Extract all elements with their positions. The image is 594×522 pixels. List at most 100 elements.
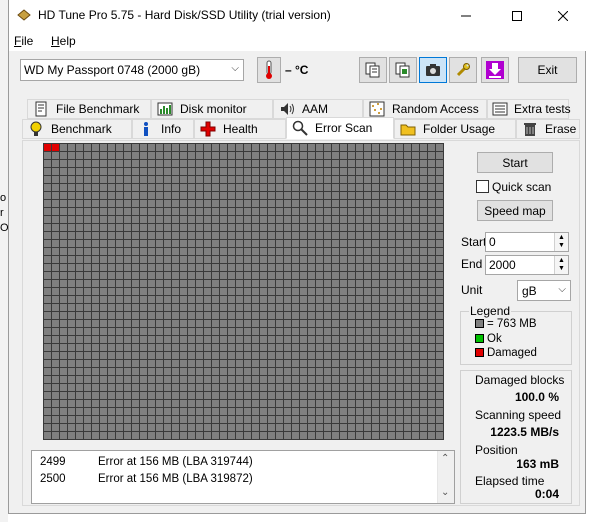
end-spinner[interactable]: ▲ ▼ (554, 256, 568, 274)
block (268, 352, 275, 359)
menu-help[interactable]: Help (51, 34, 76, 48)
block (252, 304, 259, 311)
block (308, 216, 315, 223)
block (300, 288, 307, 295)
block (228, 240, 235, 247)
tab-erase[interactable]: Erase (516, 119, 580, 139)
minimize-button[interactable] (443, 0, 489, 31)
block (212, 392, 219, 399)
start-field[interactable]: 0 ▲ ▼ (485, 232, 569, 252)
tab-folder-usage[interactable]: Folder Usage (394, 119, 516, 139)
block (428, 408, 435, 415)
maximize-button[interactable] (494, 0, 540, 31)
block (68, 152, 75, 159)
block (436, 264, 443, 271)
block (140, 224, 147, 231)
block (100, 432, 107, 439)
block (332, 408, 339, 415)
block (276, 280, 283, 287)
block (148, 384, 155, 391)
block (276, 416, 283, 423)
block (404, 184, 411, 191)
quick-scan-checkbox[interactable] (476, 180, 489, 193)
block (380, 176, 387, 183)
block (428, 208, 435, 215)
block (60, 352, 67, 359)
start-spinner[interactable]: ▲ ▼ (554, 233, 568, 251)
block (52, 240, 59, 247)
temperature-button[interactable] (257, 57, 281, 83)
error-log-list[interactable]: 2499 Error at 156 MB (LBA 319744) 2500 Err… (31, 450, 455, 504)
block (92, 408, 99, 415)
block (396, 272, 403, 279)
log-scrollbar[interactable]: ⌃ ⌄ (437, 451, 454, 503)
options-button[interactable] (449, 57, 477, 83)
tab-aam[interactable]: AAM (273, 99, 363, 119)
block (108, 152, 115, 159)
block (212, 216, 219, 223)
block (260, 392, 267, 399)
block (364, 248, 371, 255)
copy-image-button[interactable] (389, 57, 417, 83)
block (340, 256, 347, 263)
end-field[interactable]: 2000 ▲ ▼ (485, 255, 569, 275)
save-button[interactable] (481, 57, 509, 83)
close-button[interactable] (540, 0, 586, 31)
block (44, 160, 51, 167)
block (164, 312, 171, 319)
block (292, 328, 299, 335)
tab-random-access[interactable]: Random Access (363, 99, 487, 119)
tab-info[interactable]: Info (132, 119, 194, 139)
block (404, 240, 411, 247)
block (396, 416, 403, 423)
block (356, 400, 363, 407)
block (268, 328, 275, 335)
unit-select[interactable]: gB ⌵ (517, 280, 571, 301)
block (244, 392, 251, 399)
title-bar[interactable]: HD Tune Pro 5.75 - Hard Disk/SSD Utility… (9, 0, 587, 31)
speed-map-button[interactable]: Speed map (477, 200, 553, 221)
scroll-down-icon[interactable]: ⌄ (441, 487, 449, 498)
tab-error-scan[interactable]: Error Scan (286, 117, 394, 139)
block (268, 432, 275, 439)
block (148, 392, 155, 399)
copy-text-button[interactable] (359, 57, 387, 83)
block (348, 416, 355, 423)
block (108, 160, 115, 167)
tab-disk-monitor[interactable]: Disk monitor (151, 99, 273, 119)
block (164, 224, 171, 231)
tab-benchmark[interactable]: Benchmark (22, 119, 132, 139)
tab-extra-tests[interactable]: Extra tests (487, 99, 571, 119)
block (260, 432, 267, 439)
block (364, 360, 371, 367)
block (228, 344, 235, 351)
block (252, 232, 259, 239)
block (244, 336, 251, 343)
block (92, 200, 99, 207)
block (236, 368, 243, 375)
block (116, 208, 123, 215)
menu-file[interactable]: File (14, 34, 33, 48)
block (212, 176, 219, 183)
block (396, 224, 403, 231)
block (284, 144, 291, 151)
block (404, 152, 411, 159)
tab-health[interactable]: Health (194, 119, 286, 139)
drive-select[interactable]: WD My Passport 0748 (2000 gB) ⌵ (20, 59, 244, 81)
start-button[interactable]: Start (477, 152, 553, 173)
block (244, 168, 251, 175)
block (68, 432, 75, 439)
legend-damaged: Damaged (475, 347, 537, 359)
block (324, 184, 331, 191)
scroll-up-icon[interactable]: ⌃ (441, 453, 449, 464)
tab-file-benchmark[interactable]: File Benchmark (27, 99, 151, 119)
block (324, 192, 331, 199)
block (372, 192, 379, 199)
block (124, 416, 131, 423)
block (92, 288, 99, 295)
screenshot-button[interactable] (419, 57, 447, 83)
block (68, 168, 75, 175)
block (412, 280, 419, 287)
exit-button[interactable]: Exit (518, 57, 577, 83)
block (364, 304, 371, 311)
